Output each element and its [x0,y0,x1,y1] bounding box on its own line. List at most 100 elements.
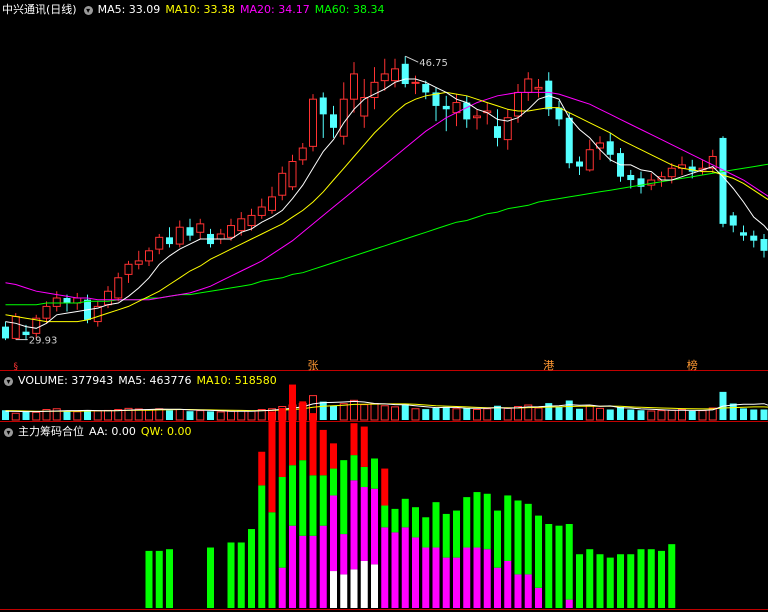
ma5-label: MA5: 33.09 [97,3,161,16]
candle-body [166,237,173,245]
chip-bar-segment [299,401,307,461]
volume-bar [452,408,461,421]
ma20-label: MA20: 34.17 [240,3,310,16]
chip-bar-segment [340,460,348,535]
candle-body [555,107,563,120]
candle-body [309,98,317,147]
event-marker: 港 [543,359,554,372]
candle-body [750,235,758,241]
volume-bar [73,411,82,421]
ma20-line [5,91,768,301]
chip-bar-segment [412,537,419,608]
volume-bar [740,408,747,420]
chip-bar-segment [237,542,245,608]
chip-bar-segment [155,550,163,608]
volume-bar [688,411,696,420]
event-marker: § [14,362,19,372]
chip-bar-segment [371,564,378,608]
chip-bar-segment [637,549,645,608]
candle-body [278,172,287,196]
stock-chart-window: { "header": { "title": "中兴通讯(日线)", "togg… [0,0,768,612]
volume-bar [627,409,635,420]
candle-body [350,73,358,100]
volume-bar [339,403,348,421]
chip-bar-segment [596,554,604,608]
candle-body [585,149,594,171]
candle-body [114,277,123,299]
chip-bar-segment [330,443,337,469]
high-label: 46.75 [419,58,448,69]
volume-bar [657,410,666,421]
chip-bar-segment [278,567,286,608]
chip-bar-segment [483,493,491,550]
circle-chevron-icon[interactable]: ▾ [4,427,13,437]
volume-bar [237,410,246,421]
candle-body [237,218,246,232]
volume-bar [63,411,71,420]
volume-ma5-label: MA5: 463776 [118,374,192,387]
volume-bar [166,410,173,420]
candle-body [380,73,389,82]
chip-bar-segment [350,455,358,481]
qw-label: QW: 0.00 [140,425,192,438]
candle-body [134,260,143,265]
candle-body [740,232,747,236]
volume-bar [93,410,102,421]
chip-bar-segment [483,549,491,608]
chip-bar-segment [360,466,368,488]
candle-body [391,68,399,82]
candle-body [104,290,112,306]
candle-body [330,114,337,128]
candle-body [606,141,614,155]
chip-bar-segment [586,549,594,608]
chip-bar-segment [278,408,286,477]
volume-bar [84,410,91,420]
candle-body [268,196,276,211]
candle-body [463,102,471,120]
volume-label: VOLUME: 377943 [18,374,114,387]
chip-bar-segment [360,487,368,561]
volume-bar [391,406,399,421]
chip-bar-segment [319,429,327,476]
chip-bar-segment [494,510,501,568]
chip-title: 主力筹码合位 [18,425,84,438]
candle-body [175,226,184,245]
volume-bar [698,410,707,421]
volume-bar [227,410,235,421]
candle-body [63,297,71,304]
chip-bar-segment [504,495,512,561]
volume-bar [483,408,492,421]
candle-body [319,97,327,115]
chip-bar-segment [289,465,296,526]
volume-bar [380,405,389,421]
candle-body [186,227,194,236]
volume-bar [576,408,583,420]
event-marker: 张 [308,359,319,372]
chip-bar-segment [576,554,583,608]
chip-bar-segment [668,544,676,608]
volume-bar [196,410,205,421]
chip-bar-segment [432,547,440,608]
circle-chevron-icon[interactable]: ▾ [4,376,13,386]
candle-body [401,63,409,85]
volume-bar [319,401,327,420]
candle-body [360,96,369,117]
chip-bar-segment [330,571,337,608]
chip-bar-segment [401,498,409,528]
volume-bar [22,411,30,420]
circle-chevron-icon[interactable]: ▾ [83,5,93,15]
chip-bar-segment [535,587,542,608]
volume-bar [104,409,112,421]
chip-bar-segment [401,527,409,608]
chip-bar-segment [371,458,378,489]
volume-bar [760,409,768,420]
volume-bar [216,411,225,421]
chip-bar-segment [360,426,368,467]
volume-bar [729,403,737,420]
candle-body [145,250,153,262]
low-label: 29.93 [29,336,58,347]
chip-bar-segment [319,475,327,526]
candle-body [2,326,9,339]
candle-body [576,161,583,167]
volume-bar [555,406,563,420]
